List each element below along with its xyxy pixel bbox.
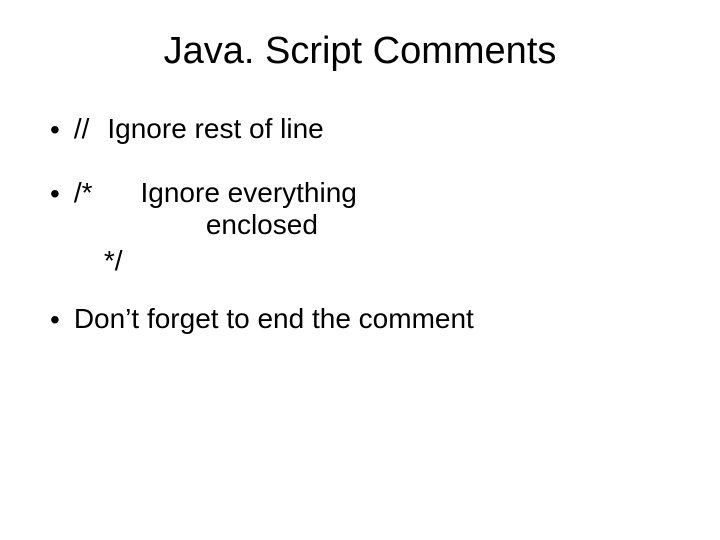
bullet-2-text-line1: Ignore everything	[141, 177, 357, 209]
bullet-2-text-line2: enclosed	[74, 209, 680, 241]
bullet-body-2: /* Ignore everything enclosed */	[74, 177, 680, 277]
bullet-item-1: • // Ignore rest of line	[50, 113, 680, 147]
syntax-multi-open: /*	[74, 177, 93, 209]
bullet-3-text: Don’t forget to end the comment	[74, 303, 474, 334]
bullet-1-text: Ignore rest of line	[107, 113, 323, 145]
bullet-dot-icon: •	[50, 113, 60, 147]
bullet-item-3: • Don’t forget to end the comment	[50, 303, 680, 337]
slide-title: Java. Script Comments	[40, 30, 680, 73]
syntax-single-line: //	[74, 113, 90, 145]
bullet-dot-icon: •	[50, 303, 60, 337]
bullet-item-2: • /* Ignore everything enclosed */	[50, 177, 680, 277]
bullet-body-1: // Ignore rest of line	[74, 113, 680, 145]
bullet-dot-icon: •	[50, 177, 60, 211]
slide-content: • // Ignore rest of line • /* Ignore eve…	[40, 113, 680, 336]
bullet-body-3: Don’t forget to end the comment	[74, 303, 680, 335]
syntax-multi-close: */	[74, 245, 680, 277]
